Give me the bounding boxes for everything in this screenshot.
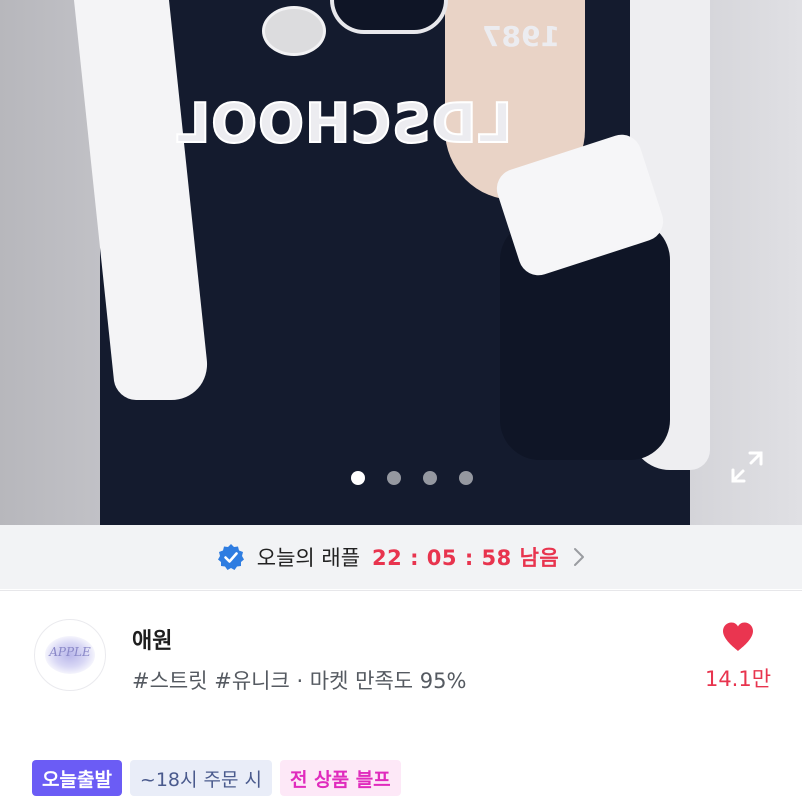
- carousel-indicator: [340, 471, 484, 485]
- seller-tags: #스트릿 #유니크 · 마켓 만족도 95%: [132, 669, 467, 693]
- sweater-collar: [330, 0, 448, 34]
- badge-order-deadline: ~18시 주문 시: [129, 760, 273, 796]
- raffle-title: 오늘의 래플: [256, 546, 361, 570]
- print-text: LDSCHOOL: [174, 91, 513, 156]
- likes-count: 14.1만: [704, 667, 772, 691]
- chevron-right-icon: [574, 548, 585, 566]
- badge-today-shipping: 오늘출발: [32, 760, 122, 796]
- carousel-dot[interactable]: [351, 471, 365, 485]
- product-image[interactable]: 1987 LDSCHOOL: [0, 0, 802, 525]
- verified-check-icon: [217, 544, 244, 570]
- raffle-countdown: 22 : 05 : 58 남음: [372, 546, 560, 570]
- seller-name[interactable]: 애원: [132, 623, 172, 655]
- raffle-banner[interactable]: 오늘의 래플 22 : 05 : 58 남음: [0, 525, 802, 589]
- carousel-dot[interactable]: [459, 471, 473, 485]
- seller-avatar[interactable]: APPLE: [34, 619, 106, 691]
- avatar-logo: APPLE: [49, 645, 91, 659]
- carousel-dot[interactable]: [387, 471, 401, 485]
- badge-sale: 전 상품 블프: [280, 760, 401, 796]
- print-number: 1987: [482, 20, 560, 53]
- badge-row: 오늘출발 ~18시 주문 시 전 상품 블프: [32, 760, 401, 796]
- seller-section: APPLE 애원 #스트릿 #유니크 · 마켓 만족도 95% 14.1만: [0, 590, 802, 716]
- chest-badge: [262, 6, 326, 56]
- spacer: [0, 715, 802, 760]
- expand-icon[interactable]: [730, 450, 764, 484]
- carousel-dot[interactable]: [423, 471, 437, 485]
- heart-icon[interactable]: [721, 621, 755, 653]
